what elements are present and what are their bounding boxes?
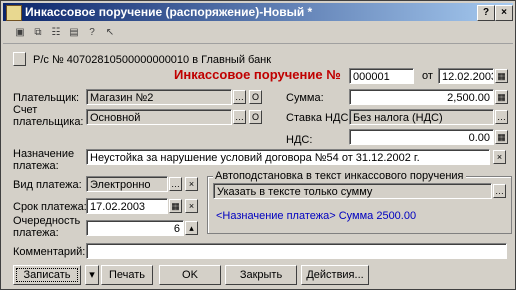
journal-icon[interactable]: ▤: [67, 26, 81, 40]
purpose-field[interactable]: Неустойка за нарушение условий договора …: [86, 149, 490, 165]
vat-rate-select-button[interactable]: …: [495, 110, 508, 124]
account-line: Р/с № 40702810500000000010 в Главный бан…: [33, 54, 272, 66]
print-button[interactable]: Печать: [101, 265, 153, 285]
payment-type-label: Вид платежа:: [13, 179, 82, 191]
vat-rate-label: Ставка НДС:: [286, 112, 352, 124]
window-title: Инкассовое поручение (распоряжение)-Новы…: [25, 5, 313, 19]
help-button[interactable]: ?: [477, 5, 495, 21]
vat-label: НДС:: [286, 134, 313, 146]
account-select-button[interactable]: [13, 52, 26, 66]
payment-type-select-button[interactable]: …: [169, 177, 182, 191]
payer-account-open-button[interactable]: O: [249, 110, 262, 124]
deadline-calendar-icon[interactable]: ▦: [169, 199, 182, 213]
deadline-clear-button[interactable]: ×: [185, 199, 198, 213]
purpose-label: Назначение платежа:: [13, 148, 75, 172]
help-icon[interactable]: ?: [85, 26, 99, 40]
payment-type-clear-button[interactable]: ×: [185, 177, 198, 191]
copy-doc-icon[interactable]: ⧉: [31, 26, 45, 40]
priority-label: Очередность платежа:: [13, 215, 81, 239]
ok-button[interactable]: OK: [159, 265, 221, 285]
save-button[interactable]: Записать: [13, 265, 81, 285]
title-bar: Инкассовое поручение (распоряжение)-Новы…: [3, 3, 513, 21]
sum-label: Сумма:: [286, 92, 324, 104]
autotext-preview: <Назначение платежа> Сумма 2500.00: [216, 210, 417, 222]
sum-field[interactable]: 2,500.00: [349, 89, 494, 105]
autotext-option-field[interactable]: Указать в тексте только сумму: [213, 183, 492, 199]
payer-open-button[interactable]: O: [249, 90, 262, 104]
payer-account-select-button[interactable]: …: [233, 110, 246, 124]
from-label: от: [422, 70, 433, 82]
vat-calculator-icon[interactable]: ▦: [495, 130, 508, 144]
payer-select-button[interactable]: …: [233, 90, 246, 104]
toolbar: ▣ ⧉ ☷ ▤ ? ↖: [3, 23, 513, 44]
close-window-button[interactable]: ×: [495, 5, 513, 21]
calculator-icon[interactable]: ▦: [495, 90, 508, 104]
document-icon: [6, 5, 22, 21]
priority-field[interactable]: 6: [86, 220, 184, 236]
vat-rate-field[interactable]: Без налога (НДС): [349, 109, 494, 125]
close-button[interactable]: Закрыть: [225, 265, 297, 285]
comment-label: Комментарий:: [13, 246, 86, 258]
doc-date-field[interactable]: 12.02.2003: [438, 68, 494, 84]
payer-account-label: Счет плательщика:: [13, 104, 84, 128]
calendar-icon[interactable]: ▦: [495, 69, 508, 83]
autotext-group-label: Автоподстановка в текст инкассового пору…: [213, 170, 466, 182]
comment-field[interactable]: [86, 243, 507, 259]
doc-number-field[interactable]: 000001: [349, 68, 414, 84]
deadline-field[interactable]: 17.02.2003: [86, 198, 168, 214]
doc-title: Инкассовое поручение №: [174, 67, 341, 82]
priority-spin-button[interactable]: ▴: [185, 221, 198, 235]
actions-button[interactable]: Действия...: [301, 265, 369, 285]
save-menu-arrow[interactable]: ▾: [85, 265, 99, 285]
structure-icon[interactable]: ☷: [49, 26, 63, 40]
payer-field[interactable]: Магазин №2: [86, 89, 232, 105]
payer-label: Плательщик:: [13, 92, 80, 104]
vat-field[interactable]: 0.00: [349, 129, 494, 145]
pointer-help-icon[interactable]: ↖: [103, 26, 117, 40]
payer-account-field[interactable]: Основной: [86, 109, 232, 125]
purpose-clear-button[interactable]: ×: [493, 150, 506, 164]
document-window: Инкассовое поручение (распоряжение)-Новы…: [0, 0, 516, 290]
autotext-select-button[interactable]: …: [493, 184, 506, 198]
deadline-label: Срок платежа:: [13, 201, 87, 213]
new-doc-icon[interactable]: ▣: [13, 26, 27, 40]
payment-type-field[interactable]: Электронно: [86, 176, 168, 192]
